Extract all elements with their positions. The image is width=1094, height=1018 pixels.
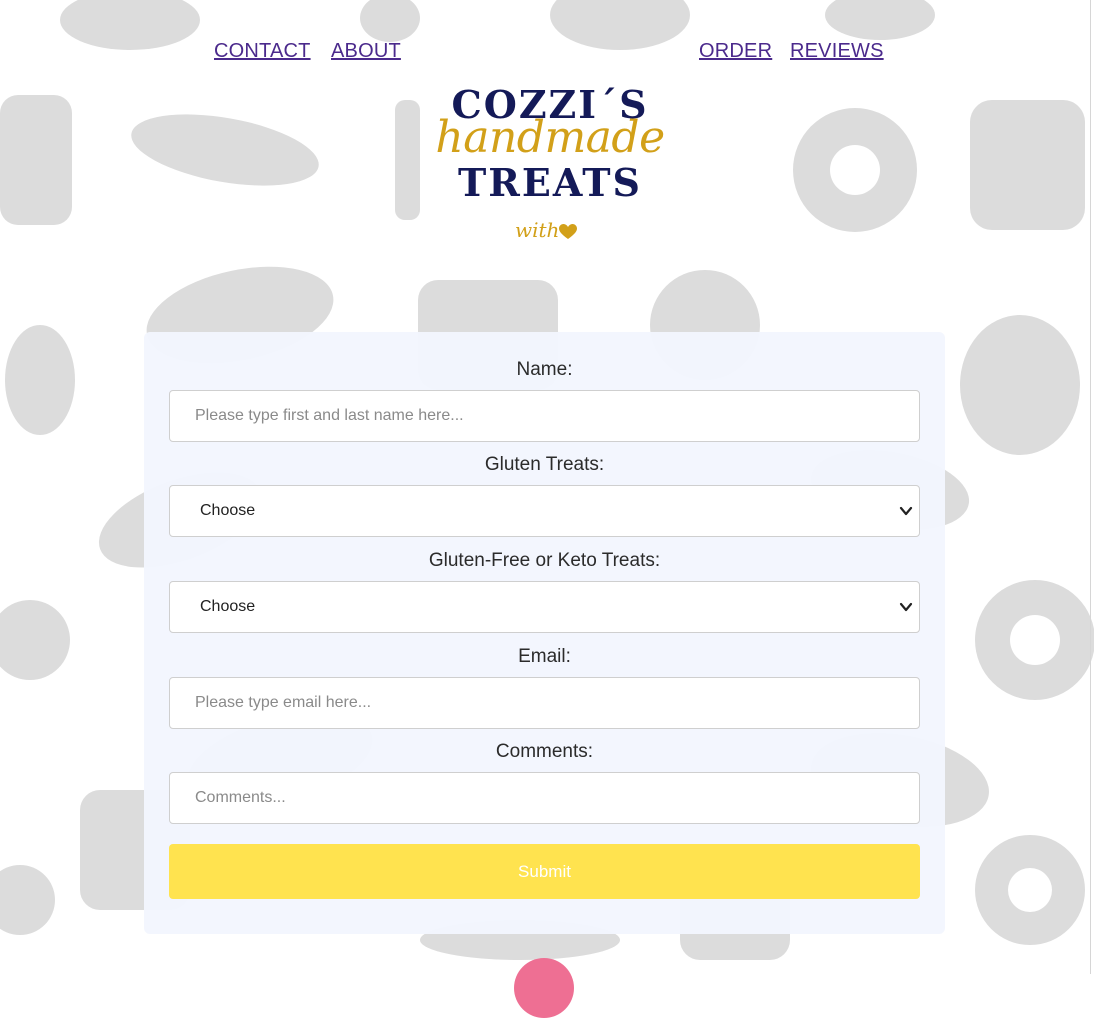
nav-link-reviews[interactable]: REVIEWS xyxy=(790,40,884,63)
chevron-down-icon xyxy=(899,506,913,516)
email-label: Email: xyxy=(518,646,571,667)
gluten-free-keto-selected-value: Choose xyxy=(200,598,256,615)
gluten-treats-selected-value: Choose xyxy=(200,502,256,519)
brand-logo: COZZI´S handmade TREATS with xyxy=(430,72,670,257)
logo-line-handmade: handmade xyxy=(435,112,665,163)
order-form: Name: Gluten Treats: Choose Gluten-Free … xyxy=(144,332,945,934)
gluten-free-keto-select[interactable]: Choose xyxy=(169,581,920,633)
heart-icon xyxy=(559,224,577,239)
comments-input[interactable] xyxy=(169,772,920,824)
nav-link-order[interactable]: ORDER xyxy=(699,40,772,63)
logo-line-treats: TREATS xyxy=(458,160,642,205)
page-edge xyxy=(1090,0,1091,974)
chevron-down-icon xyxy=(899,602,913,612)
nav-link-contact[interactable]: CONTACT xyxy=(214,40,311,63)
submit-button[interactable]: Submit xyxy=(169,844,920,899)
nav-link-about[interactable]: ABOUT xyxy=(331,40,401,63)
pink-circle-decoration xyxy=(514,958,574,1018)
gluten-free-keto-label: Gluten-Free or Keto Treats: xyxy=(428,550,661,571)
gluten-treats-label: Gluten Treats: xyxy=(484,454,605,475)
name-input[interactable] xyxy=(169,390,920,442)
name-label: Name: xyxy=(516,359,573,380)
gluten-treats-select[interactable]: Choose xyxy=(169,485,920,537)
email-input[interactable] xyxy=(169,677,920,729)
logo-line-with: with xyxy=(515,218,560,242)
comments-label: Comments: xyxy=(495,741,594,762)
